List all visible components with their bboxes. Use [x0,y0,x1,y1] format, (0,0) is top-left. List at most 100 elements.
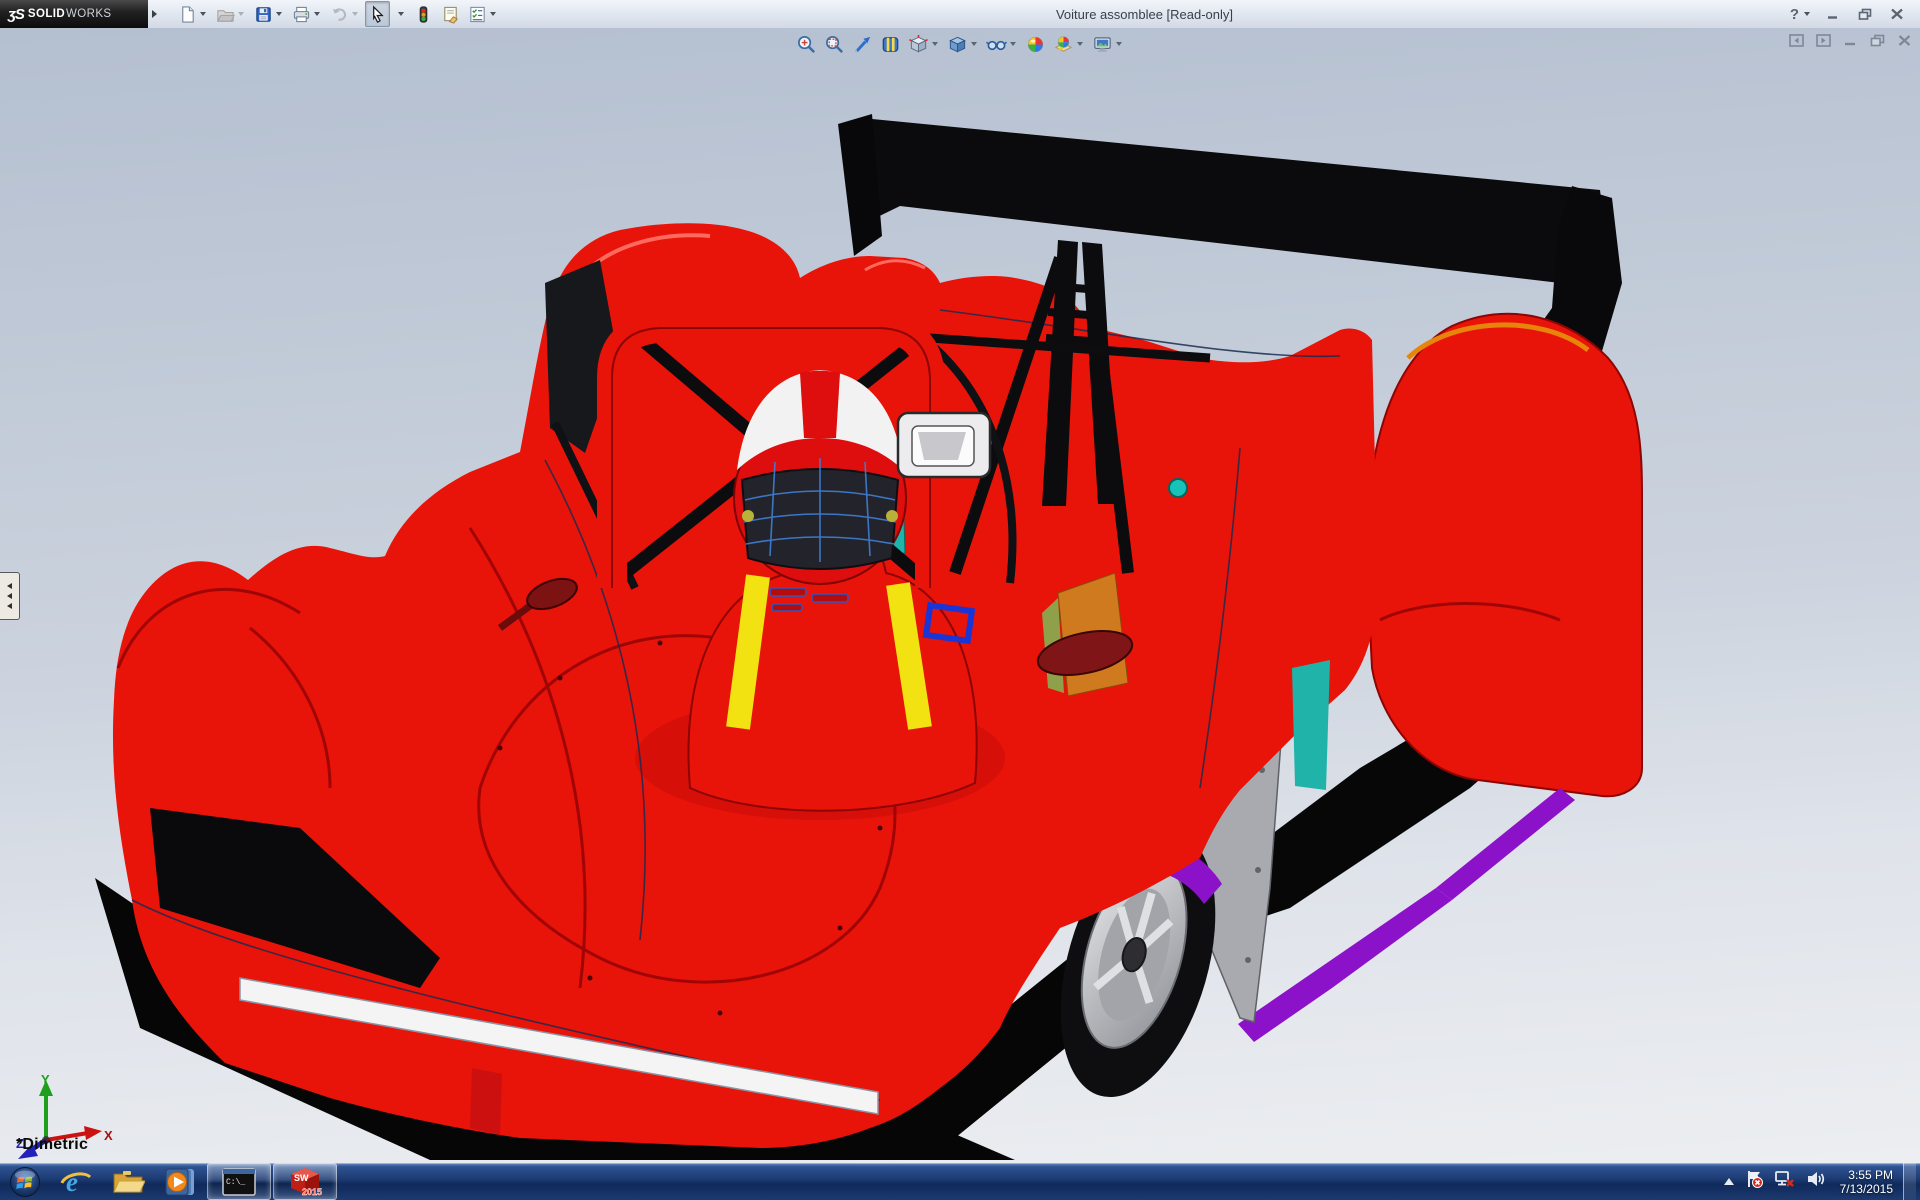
system-tray: 3:55 PM 7/13/2015 [1723,1163,1920,1200]
title-bar: ʒS SOLID WORKS Voiture assomblee [Read-o… [0,0,1920,29]
close-document-icon [1898,35,1910,46]
taskbar-media-player[interactable] [154,1164,206,1199]
previous-view-button[interactable] [850,31,875,57]
taskbar-solidworks[interactable]: SW 2015 [273,1163,337,1200]
collapse-arrow-icon [7,593,12,599]
show-desktop-button[interactable] [1903,1163,1916,1200]
restore-document-icon [1870,34,1884,47]
restore-button[interactable] [1852,5,1878,23]
view-settings-button[interactable] [1090,31,1126,57]
expand-pane-icon [1815,34,1831,47]
expand-pane-button[interactable] [1813,32,1833,49]
file-properties-button[interactable] [438,1,463,27]
folder-icon [113,1170,145,1192]
view-orientation-label: *Dimetric [16,1136,89,1153]
close-document-button[interactable] [1894,32,1914,49]
display-style-icon [949,36,966,52]
section-view-button[interactable] [878,31,903,57]
network-disconnected-icon [1774,1171,1794,1187]
internet-explorer-icon: e [60,1167,92,1197]
triad-y-label: Y [41,1072,50,1087]
car-3d-model[interactable] [0,28,1920,1163]
zoom-to-fit-button[interactable] [794,31,819,57]
view-settings-icon [1094,36,1111,52]
edit-appearance-button[interactable] [1023,31,1048,57]
taskbar-internet-explorer[interactable]: e [50,1164,102,1199]
solidworks-window: ʒS SOLID WORKS Voiture assomblee [Read-o… [0,0,1920,1200]
collapse-arrow-icon [7,603,12,609]
minimize-document-button[interactable] [1840,32,1860,49]
help-button[interactable]: ? [1788,5,1814,23]
select-button[interactable] [365,1,390,27]
brand-name-bold: SOLID [27,8,66,20]
undo-button[interactable] [327,1,363,27]
collapse-arrow-icon [7,583,12,589]
open-button[interactable] [213,1,249,27]
command-prompt-icon: C:\_ [222,1167,256,1196]
show-hidden-icons-button[interactable] [1723,1178,1734,1185]
options-button[interactable] [465,1,501,27]
edit-appearance-icon [1027,36,1044,52]
network-status-button[interactable] [1774,1169,1796,1194]
open-folder-icon [216,9,235,22]
windows-taskbar: e C:\_ SW 2015 3:55 PM 7/13/2015 [0,1163,1920,1200]
start-button[interactable] [0,1164,50,1199]
view-orientation-button[interactable] [906,31,942,57]
brand-name-light: WORKS [66,8,112,20]
minimize-document-icon [1844,42,1855,46]
file-properties-icon [444,6,458,24]
restore-icon [1858,8,1872,20]
featuremanager-flyout-tab[interactable] [0,572,20,620]
triad-x-label: X [104,1128,113,1143]
collapse-pane-button[interactable] [1786,32,1806,49]
taskbar-windows-explorer[interactable] [102,1164,154,1199]
select-dropdown[interactable] [392,1,409,27]
cmd-label: C:\_ [226,1178,245,1187]
clock-date: 7/13/2015 [1839,1181,1893,1196]
minimize-button[interactable] [1820,5,1846,23]
volume-button[interactable] [1806,1169,1826,1194]
display-style-button[interactable] [945,31,981,57]
print-icon [293,6,310,22]
close-icon [1891,8,1903,20]
document-window-controls [1786,32,1914,49]
graphics-area[interactable]: Y X Z *Dimetric [0,28,1920,1163]
solidworks-2015-icon: SW 2015 [291,1167,322,1197]
solidworks-logo-icon: ʒS [8,5,25,23]
new-document-button[interactable] [175,1,211,27]
hide-show-items-icon [986,40,1007,50]
minimize-icon [1828,16,1837,19]
sw-year: 2015 [302,1187,322,1197]
undo-icon [332,7,347,21]
window-controls: ? [1788,5,1920,23]
solidworks-menu-button[interactable]: ʒS SOLID WORKS [0,0,148,28]
save-floppy-icon [256,6,271,22]
main-toolbar [157,1,501,27]
previous-view-icon [854,36,871,52]
apply-scene-button[interactable] [1051,31,1087,57]
restore-document-button[interactable] [1867,32,1887,49]
hide-show-items-button[interactable] [984,31,1020,57]
rebuild-traffic-light-icon [419,5,428,23]
action-center-flag-icon [1747,1171,1763,1188]
media-player-icon [165,1168,194,1195]
action-center-button[interactable] [1744,1169,1764,1194]
section-view-icon [882,36,899,52]
options-checklist-icon [470,6,485,22]
select-cursor-icon [373,4,384,23]
rebuild-button[interactable] [411,1,436,27]
new-document-icon [182,5,194,23]
zoom-to-area-button[interactable] [822,31,847,57]
window-title: Voiture assomblee [Read-only] [1055,6,1234,22]
taskbar-clock[interactable]: 3:55 PM 7/13/2015 [1840,1168,1893,1196]
collapse-pane-icon [1788,34,1804,47]
speaker-icon [1807,1172,1824,1186]
close-button[interactable] [1884,5,1910,23]
print-button[interactable] [289,1,325,27]
clock-time: 3:55 PM [1848,1167,1893,1182]
save-button[interactable] [251,1,287,27]
zoom-to-fit-icon [798,35,816,53]
apply-scene-icon [1054,36,1073,52]
heads-up-view-toolbar [794,31,1126,57]
taskbar-command-prompt[interactable]: C:\_ [207,1163,271,1200]
